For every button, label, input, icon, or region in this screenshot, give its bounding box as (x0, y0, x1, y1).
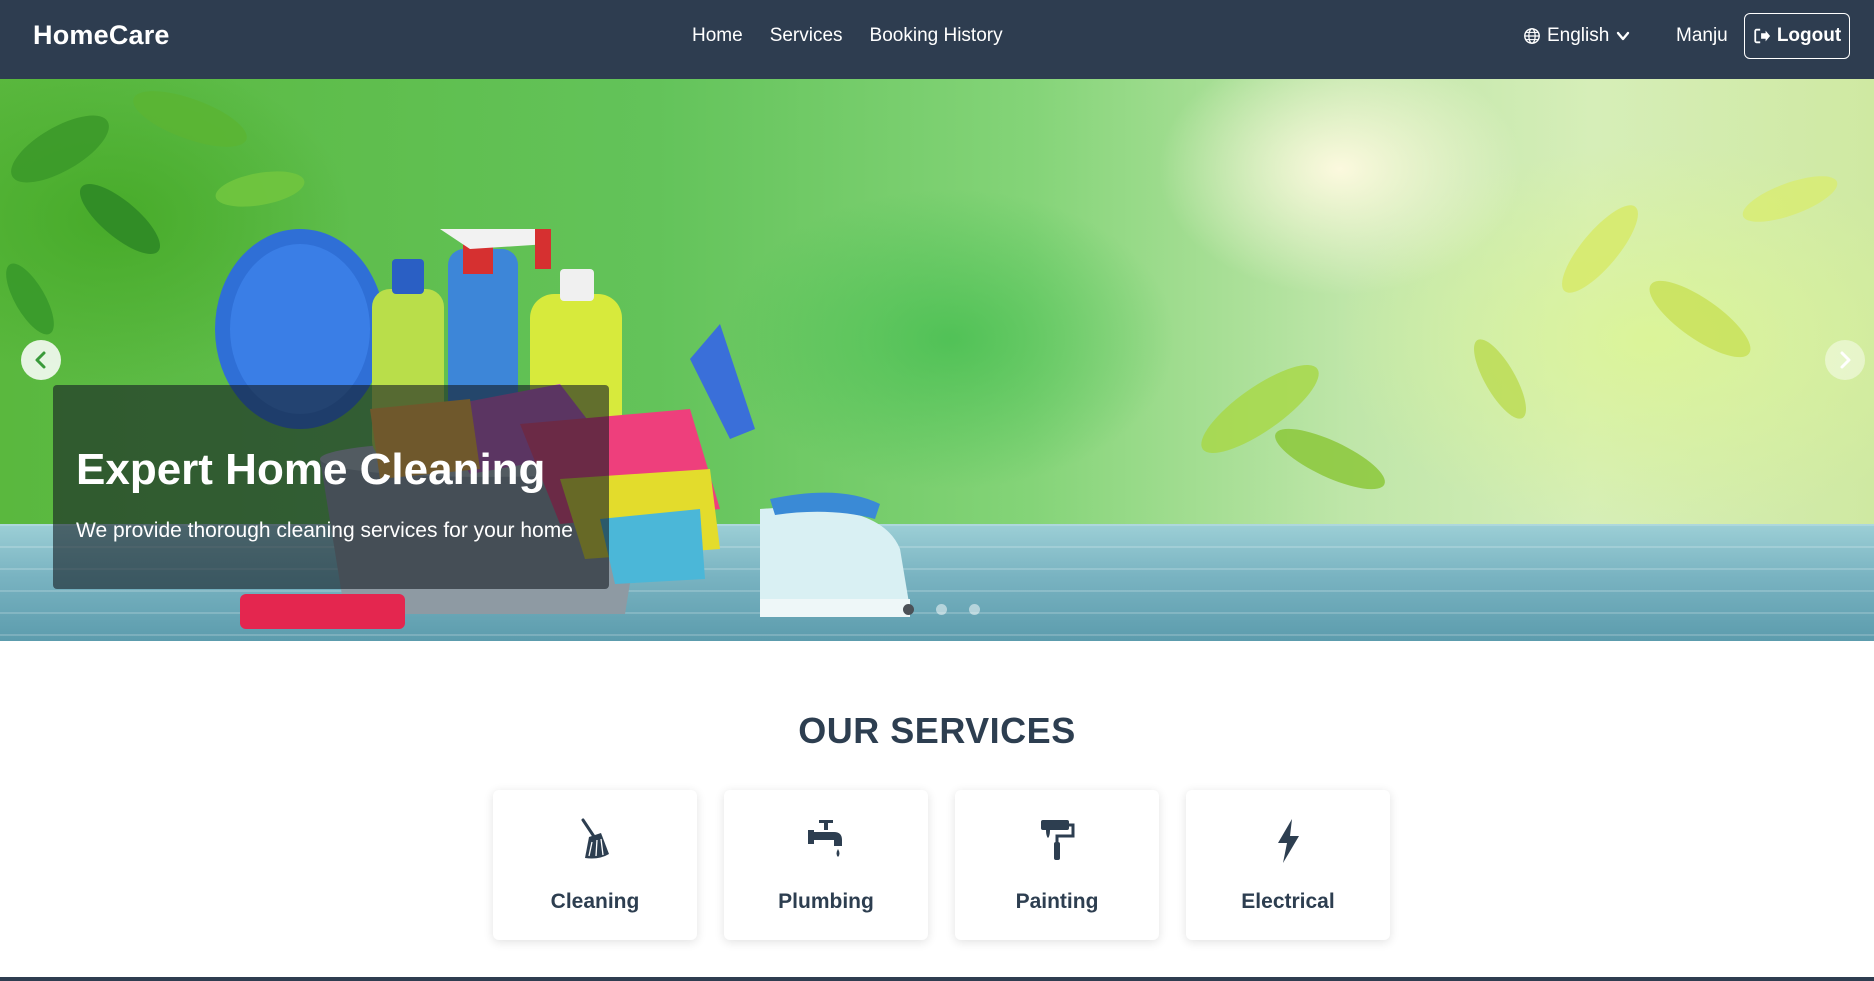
service-label: Electrical (1241, 890, 1335, 913)
lightning-bolt-icon (1278, 819, 1299, 863)
nav-link-services[interactable]: Services (770, 25, 843, 47)
hero-title: Expert Home Cleaning (76, 445, 546, 494)
page-bottom-edge (0, 977, 1874, 981)
service-label: Painting (1015, 890, 1099, 913)
nav-link-home[interactable]: Home (692, 25, 743, 47)
service-card-cleaning[interactable]: Cleaning (493, 790, 697, 940)
services-heading: OUR SERVICES (798, 710, 1076, 751)
chevron-down-icon (1617, 31, 1630, 41)
carousel-indicator-1[interactable] (903, 604, 914, 615)
service-card-painting[interactable]: Painting (955, 790, 1159, 940)
broom-icon (581, 818, 609, 859)
carousel-indicators (903, 604, 980, 615)
carousel-indicator-2[interactable] (936, 604, 947, 615)
logout-button[interactable]: Logout (1744, 13, 1850, 59)
hero-caption: Expert Home Cleaning We provide thorough… (53, 385, 609, 589)
language-dropdown[interactable]: English (1523, 25, 1631, 47)
services-list: Cleaning Plumbing Painting Electrical (493, 790, 1390, 940)
nav-link-booking-history[interactable]: Booking History (870, 25, 1003, 47)
service-card-electrical[interactable]: Electrical (1186, 790, 1390, 940)
user-name[interactable]: Manju (1676, 25, 1728, 47)
hero-carousel: Expert Home Cleaning We provide thorough… (0, 79, 1874, 641)
paint-roller-icon (1041, 820, 1075, 860)
hero-subtitle: We provide thorough cleaning services fo… (76, 519, 573, 542)
sign-out-icon (1754, 28, 1770, 44)
nav-links: Home Services Booking History (692, 25, 1003, 47)
globe-icon (1524, 28, 1540, 44)
service-label: Cleaning (550, 890, 640, 913)
top-navbar: HomeCare Home Services Booking History E… (0, 0, 1874, 79)
carousel-next-button[interactable] (1825, 340, 1865, 380)
logout-label: Logout (1776, 25, 1842, 46)
language-label: English (1547, 25, 1610, 46)
faucet-icon (808, 820, 842, 857)
service-label: Plumbing (778, 890, 874, 913)
brand-logo[interactable]: HomeCare (33, 20, 170, 51)
carousel-prev-button[interactable] (21, 340, 61, 380)
service-card-plumbing[interactable]: Plumbing (724, 790, 928, 940)
carousel-indicator-3[interactable] (969, 604, 980, 615)
chevron-left-icon (35, 351, 46, 369)
chevron-right-icon (1840, 351, 1851, 369)
